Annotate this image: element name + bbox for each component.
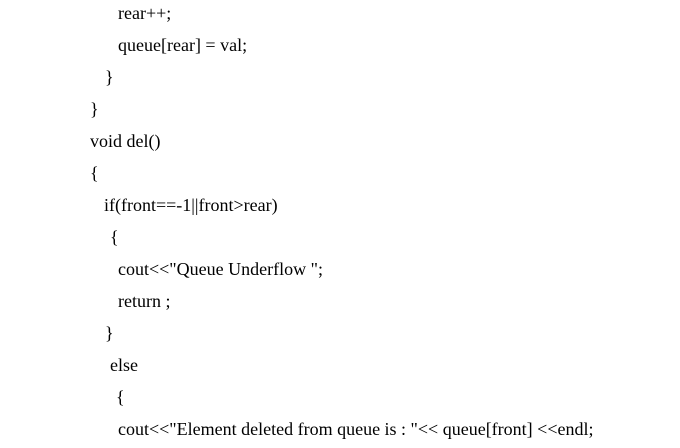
code-line-6: { <box>90 163 99 183</box>
code-line-5: void del() <box>90 131 161 151</box>
code-document: rear++; queue[rear] = val; } } void del(… <box>0 0 680 448</box>
code-line-2: queue[rear] = val; <box>118 35 248 55</box>
code-line-7: if(front==-1||front>rear) <box>104 195 278 215</box>
code-line-11: } <box>105 323 114 343</box>
code-line-10: return ; <box>118 291 171 311</box>
code-line-3: } <box>105 67 114 87</box>
code-line-14: cout<<"Element deleted from queue is : "… <box>118 419 594 439</box>
code-line-12: else <box>110 355 138 375</box>
code-line-9: cout<<"Queue Underflow "; <box>118 259 323 279</box>
code-line-4: } <box>90 99 99 119</box>
code-line-8: { <box>110 227 119 247</box>
code-line-1: rear++; <box>118 3 172 23</box>
code-line-13: { <box>116 387 125 407</box>
